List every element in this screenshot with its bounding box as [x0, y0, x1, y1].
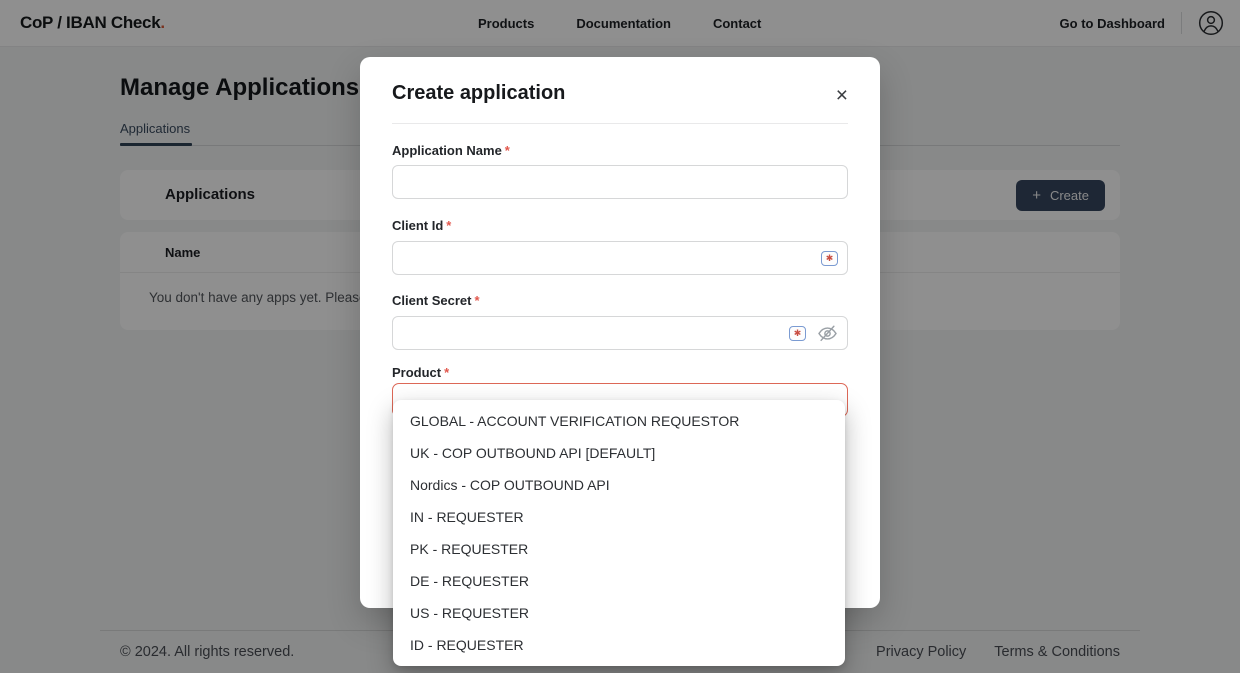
dropdown-option[interactable]: US - REQUESTER — [393, 597, 845, 629]
dropdown-option[interactable]: Nordics - COP OUTBOUND API — [393, 469, 845, 501]
required-asterisk: * — [505, 143, 510, 158]
close-icon[interactable]: × — [832, 81, 852, 110]
application-name-label-text: Application Name — [392, 143, 502, 158]
required-asterisk: * — [446, 218, 451, 233]
product-label: Product* — [392, 365, 449, 380]
client-secret-input[interactable] — [392, 316, 848, 350]
client-id-label-text: Client Id — [392, 218, 443, 233]
client-id-input[interactable] — [392, 241, 848, 275]
dropdown-option[interactable]: GLOBAL - ACCOUNT VERIFICATION REQUESTOR — [393, 405, 845, 437]
application-name-field-wrap — [392, 165, 848, 199]
eye-slash-icon[interactable] — [817, 325, 838, 342]
app-screen: CoP / IBAN Check. Products Documentation… — [0, 0, 1240, 673]
password-manager-icon[interactable]: ✱ — [789, 326, 806, 341]
product-label-text: Product — [392, 365, 441, 380]
dropdown-option[interactable]: PK - REQUESTER — [393, 533, 845, 565]
product-dropdown-list: GLOBAL - ACCOUNT VERIFICATION REQUESTOR … — [393, 400, 845, 666]
application-name-input[interactable] — [392, 165, 848, 199]
client-secret-field-wrap: ✱ — [392, 316, 848, 350]
required-asterisk: * — [444, 365, 449, 380]
modal-title: Create application — [392, 82, 565, 105]
client-id-field-wrap: ✱ — [392, 241, 848, 275]
modal-title-divider — [392, 123, 848, 124]
dropdown-option[interactable]: IN - REQUESTER — [393, 501, 845, 533]
dropdown-option[interactable]: DE - REQUESTER — [393, 565, 845, 597]
password-manager-icon[interactable]: ✱ — [821, 251, 838, 266]
client-secret-input-icons: ✱ — [789, 316, 838, 350]
application-name-label: Application Name* — [392, 143, 510, 158]
dropdown-option[interactable]: ID - REQUESTER — [393, 629, 845, 661]
dropdown-option[interactable]: UK - COP OUTBOUND API [DEFAULT] — [393, 437, 845, 469]
create-application-modal: Create application × Application Name* C… — [360, 57, 880, 608]
client-id-label: Client Id* — [392, 218, 451, 233]
client-id-input-icons: ✱ — [821, 241, 838, 275]
required-asterisk: * — [474, 293, 479, 308]
client-secret-label-text: Client Secret — [392, 293, 471, 308]
client-secret-label: Client Secret* — [392, 293, 480, 308]
